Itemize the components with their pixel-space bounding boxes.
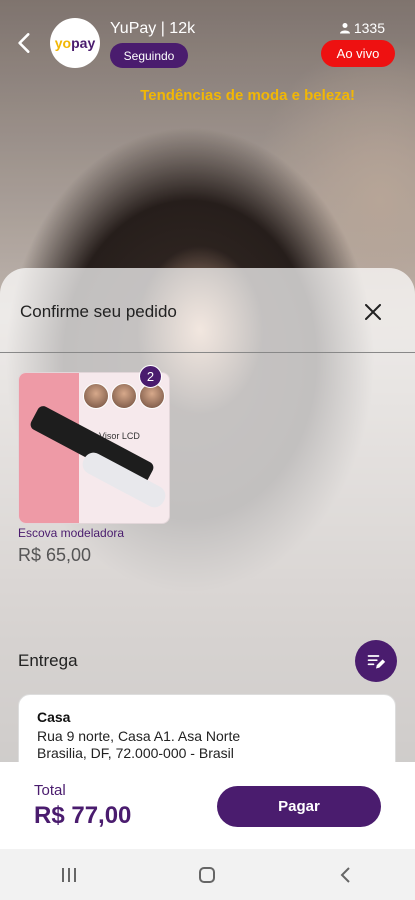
home-icon[interactable] [197, 865, 217, 885]
nav-back-icon[interactable] [336, 865, 356, 885]
model-thumbnail [83, 383, 109, 409]
close-icon[interactable] [365, 304, 381, 320]
product-price: R$ 65,00 [18, 545, 92, 565]
channel-logo[interactable]: yopay [50, 18, 100, 68]
logo-text-main: pay [71, 35, 96, 51]
pay-button[interactable]: Pagar [217, 786, 381, 827]
total-value: R$ 77,00 [34, 802, 132, 829]
back-button[interactable] [12, 30, 38, 56]
address-line-1: Rua 9 norte, Casa A1. Asa Norte [37, 728, 241, 744]
logo-text: yopay [55, 35, 95, 51]
viewer-count-value: 1335 [353, 20, 385, 36]
logo-text-accent: yo [54, 35, 72, 51]
user-icon [339, 23, 350, 34]
channel-name: YuPay | 12k [110, 20, 196, 37]
viewer-count: 1335 [339, 20, 385, 36]
live-badge: Ao vivo [321, 40, 395, 67]
checkout-bar: Total R$ 77,00 Pagar [0, 762, 415, 849]
recent-apps-icon[interactable] [59, 865, 79, 885]
total-label: Total [34, 782, 66, 799]
product-name: Escova modeladora [18, 526, 125, 540]
divider [0, 352, 415, 353]
address-line-2: Brasilia, DF, 72.000-000 - Brasil [37, 745, 234, 761]
stream-title: Tendências de moda e beleza! [140, 87, 355, 104]
edit-list-icon [367, 655, 386, 669]
address-name: Casa [37, 709, 71, 725]
edit-address-button[interactable] [355, 640, 397, 682]
back-arrow-icon [18, 33, 30, 53]
model-thumbnail [111, 383, 137, 409]
product-image[interactable]: Visor LCD [18, 372, 170, 524]
system-nav-bar [0, 849, 415, 900]
delivery-title: Entrega [18, 651, 78, 670]
quantity-badge: 2 [139, 365, 162, 388]
following-button[interactable]: Seguindo [110, 43, 188, 68]
sheet-title: Confirme seu pedido [20, 302, 177, 321]
